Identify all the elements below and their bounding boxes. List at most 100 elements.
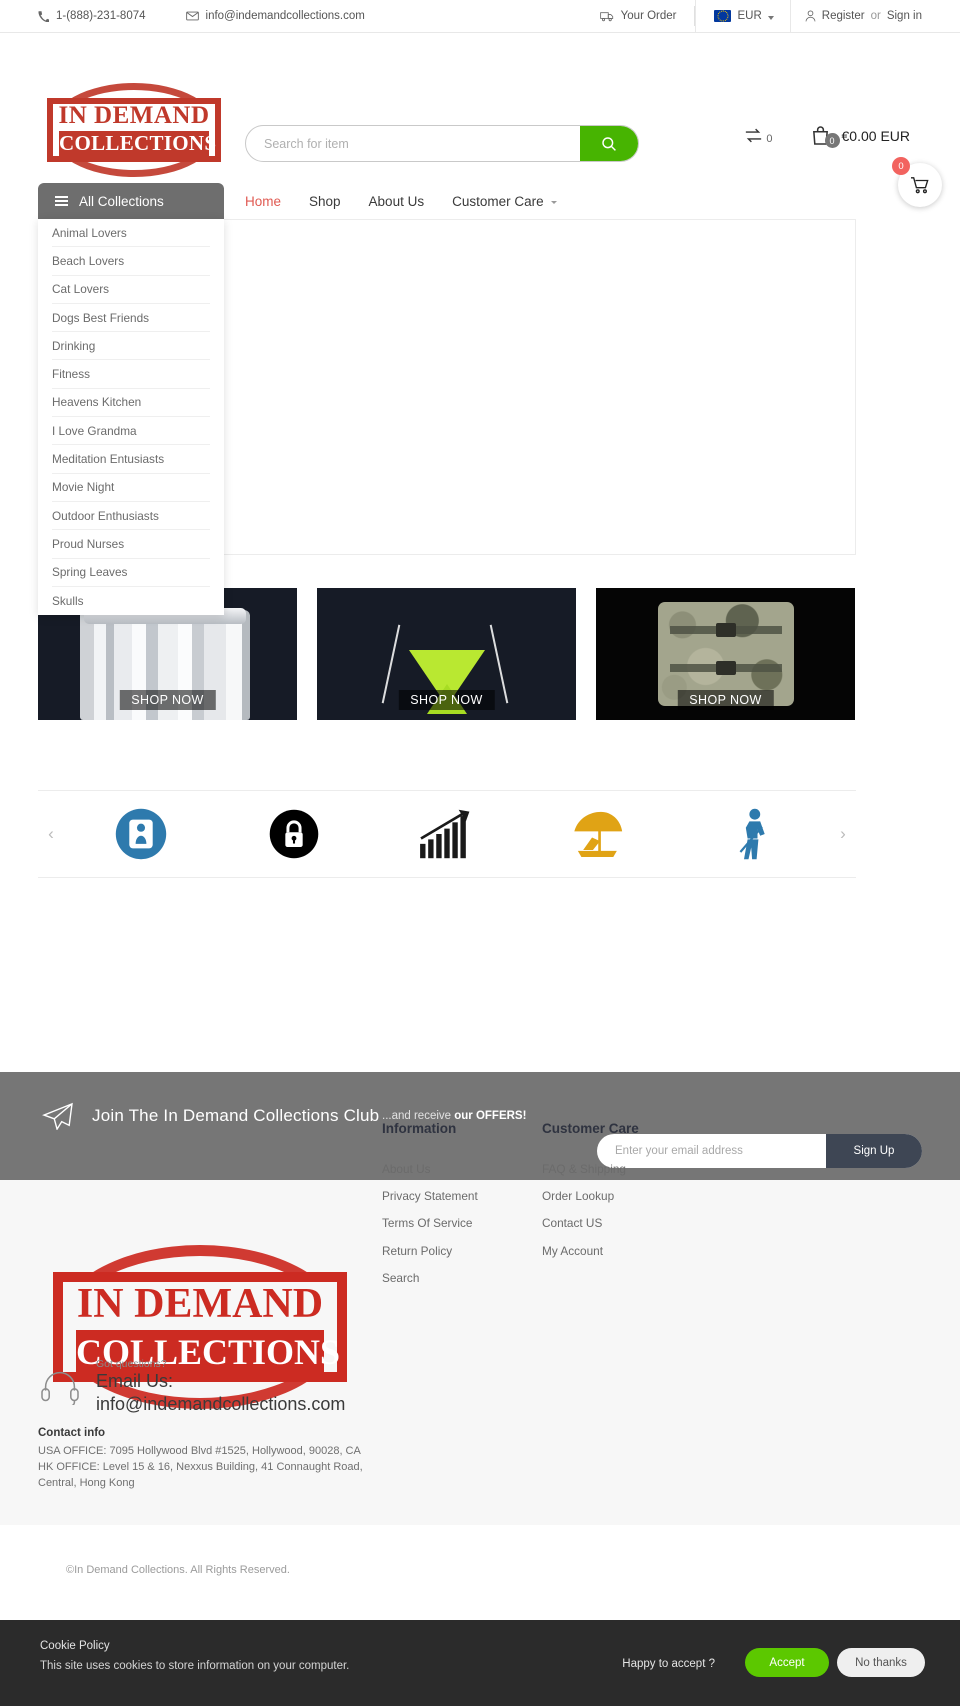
footer-link-terms-of-service[interactable]: Terms Of Service	[382, 1216, 478, 1230]
paper-plane-icon	[42, 1102, 74, 1130]
cookie-accept-button[interactable]: Accept	[745, 1648, 829, 1677]
shop-now-label[interactable]: SHOP NOW	[119, 690, 216, 710]
cart-widget[interactable]: 0 €0.00 EUR	[811, 125, 910, 148]
hamburger-icon	[55, 196, 68, 206]
lock-icon	[268, 808, 320, 860]
newsletter-signup-button[interactable]: Sign Up	[826, 1134, 922, 1168]
top-bar-right: Your Order EUR Register or Sign in	[599, 0, 960, 33]
cookie-policy-text: This site uses cookies to store informat…	[40, 1660, 350, 1672]
contact-info-title: Contact info	[38, 1427, 106, 1439]
contact-address-line-2: HK OFFICE: Level 15 & 16, Nexxus Buildin…	[38, 1460, 363, 1473]
account-links: Register or Sign in	[791, 10, 922, 22]
chevron-down-icon	[550, 200, 557, 204]
footer-link-my-account[interactable]: My Account	[542, 1244, 639, 1258]
carousel-next-button[interactable]: ›	[830, 824, 856, 844]
currency-selector[interactable]: EUR	[695, 0, 791, 33]
collection-item-spring-leaves[interactable]: Spring Leaves	[52, 559, 210, 587]
footer-link-about-us[interactable]: About Us	[382, 1162, 478, 1176]
support-subtitle: Got questions?	[96, 1358, 167, 1370]
carousel-item-golfer[interactable]	[717, 803, 789, 865]
footer-column-title: Customer Care	[542, 1121, 639, 1136]
cart-total: €0.00 EUR	[841, 127, 910, 144]
primary-nav: Home Shop About Us Customer Care	[245, 183, 557, 219]
phone-contact[interactable]: 1-(888)-231-8074	[38, 10, 146, 22]
footer-link-return-policy[interactable]: Return Policy	[382, 1244, 478, 1258]
carousel-item-scale-person[interactable]	[105, 803, 177, 865]
search-input[interactable]	[246, 126, 580, 161]
beach-chair-icon	[569, 808, 631, 860]
collection-item-drinking[interactable]: Drinking	[52, 332, 210, 361]
search-icon	[601, 136, 617, 152]
logo-line-1: IN DEMAND	[58, 102, 210, 129]
carousel-item-growth-chart[interactable]	[411, 803, 483, 865]
collection-item-movie-night[interactable]: Movie Night	[52, 474, 210, 502]
chevron-down-icon	[767, 16, 774, 20]
footer-link-order-lookup[interactable]: Order Lookup	[542, 1189, 639, 1203]
carousel-item-beach-chair[interactable]	[564, 803, 636, 865]
collection-item-meditation-entusiasts[interactable]: Meditation Entusiasts	[52, 445, 210, 474]
carousel-item-lock[interactable]	[258, 803, 330, 865]
collection-item-outdoor-enthusiasts[interactable]: Outdoor Enthusiasts	[52, 502, 210, 531]
cookie-policy-title: Cookie Policy	[40, 1640, 110, 1652]
footer-support-block: Got questions? Email Us: info@indemandco…	[40, 1358, 345, 1416]
collection-item-dogs-best-friends[interactable]: Dogs Best Friends	[52, 304, 210, 333]
compare-icon	[744, 127, 763, 144]
collection-item-skulls[interactable]: Skulls	[52, 587, 210, 615]
promo-banner-backpack[interactable]: SHOP NOW	[596, 588, 855, 720]
golfer-icon	[731, 807, 775, 861]
your-order-link[interactable]: Your Order	[599, 10, 695, 22]
promo-banner-jigger[interactable]: SHOP NOW	[317, 588, 576, 720]
footer-logo-line-1: IN DEMAND	[76, 1281, 324, 1327]
footer-link-search[interactable]: Search	[382, 1271, 478, 1285]
all-collections-button[interactable]: All Collections	[38, 183, 224, 219]
search-button[interactable]	[580, 126, 638, 161]
all-collections-label: All Collections	[79, 193, 164, 209]
site-logo[interactable]: IN DEMAND COLLECTIONS	[45, 81, 223, 179]
header-icon-group: 0 0 €0.00 EUR	[744, 125, 910, 148]
headset-icon	[40, 1369, 80, 1406]
footer-column-title: Information	[382, 1121, 457, 1136]
growth-chart-icon	[418, 808, 476, 860]
envelope-icon	[185, 11, 199, 21]
nav-item-home[interactable]: Home	[245, 194, 281, 209]
backpack-buckle	[715, 623, 736, 637]
footer-link-faq-shipping[interactable]: FAQ & Shipping	[542, 1162, 639, 1176]
site-header: IN DEMAND COLLECTIONS 0 0 €0.00 EUR 0	[0, 33, 960, 207]
nav-item-customer-care[interactable]: Customer Care	[452, 194, 557, 209]
or-text: or	[870, 10, 881, 22]
register-link[interactable]: Register	[822, 10, 865, 22]
collection-item-fitness[interactable]: Fitness	[52, 360, 210, 389]
main-navigation-row: All Collections Home Shop About Us Customer…	[0, 183, 960, 219]
shop-now-label[interactable]: SHOP NOW	[677, 690, 774, 710]
nav-item-about-us[interactable]: About Us	[369, 194, 425, 209]
collection-item-i-love-grandma[interactable]: I Love Grandma	[52, 417, 210, 446]
footer-column-information: Information About Us Privacy Statement Term…	[382, 1121, 478, 1298]
search-bar	[245, 125, 639, 162]
collection-item-cat-lovers[interactable]: Cat Lovers	[52, 276, 210, 304]
collection-item-proud-nurses[interactable]: Proud Nurses	[52, 530, 210, 559]
footer-column-customer-care: Customer Care FAQ & Shipping Order Lookup C…	[542, 1121, 639, 1271]
logo-line-2: COLLECTIONS	[59, 131, 217, 156]
nav-item-shop[interactable]: Shop	[309, 194, 341, 209]
email-address: info@indemandcollections.com	[205, 10, 365, 22]
cookie-decline-button[interactable]: No thanks	[837, 1648, 925, 1677]
footer-link-privacy-statement[interactable]: Privacy Statement	[382, 1189, 478, 1203]
phone-icon	[38, 10, 49, 22]
top-utility-bar: 1-(888)-231-8074 info@indemandcollection…	[0, 0, 960, 33]
carousel-prev-button[interactable]: ‹	[38, 824, 64, 844]
collection-item-beach-lovers[interactable]: Beach Lovers	[52, 247, 210, 276]
currency-label: EUR	[737, 10, 762, 22]
eu-flag-icon	[714, 10, 732, 22]
shop-now-label[interactable]: SHOP NOW	[398, 690, 495, 710]
cookie-question: Happy to accept ?	[622, 1658, 715, 1670]
sign-in-link[interactable]: Sign in	[887, 10, 922, 22]
truck-icon	[599, 11, 614, 22]
brand-carousel: ‹ ›	[38, 790, 856, 878]
collection-item-animal-lovers[interactable]: Animal Lovers	[52, 219, 210, 248]
compare-widget[interactable]: 0	[744, 127, 773, 145]
collection-item-heavens-kitchen[interactable]: Heavens Kitchen	[52, 389, 210, 418]
support-email[interactable]: info@indemandcollections.com	[96, 1393, 345, 1416]
footer-link-contact-us[interactable]: Contact US	[542, 1216, 639, 1230]
jigger-highlight	[381, 624, 400, 704]
email-contact[interactable]: info@indemandcollections.com	[185, 10, 365, 22]
